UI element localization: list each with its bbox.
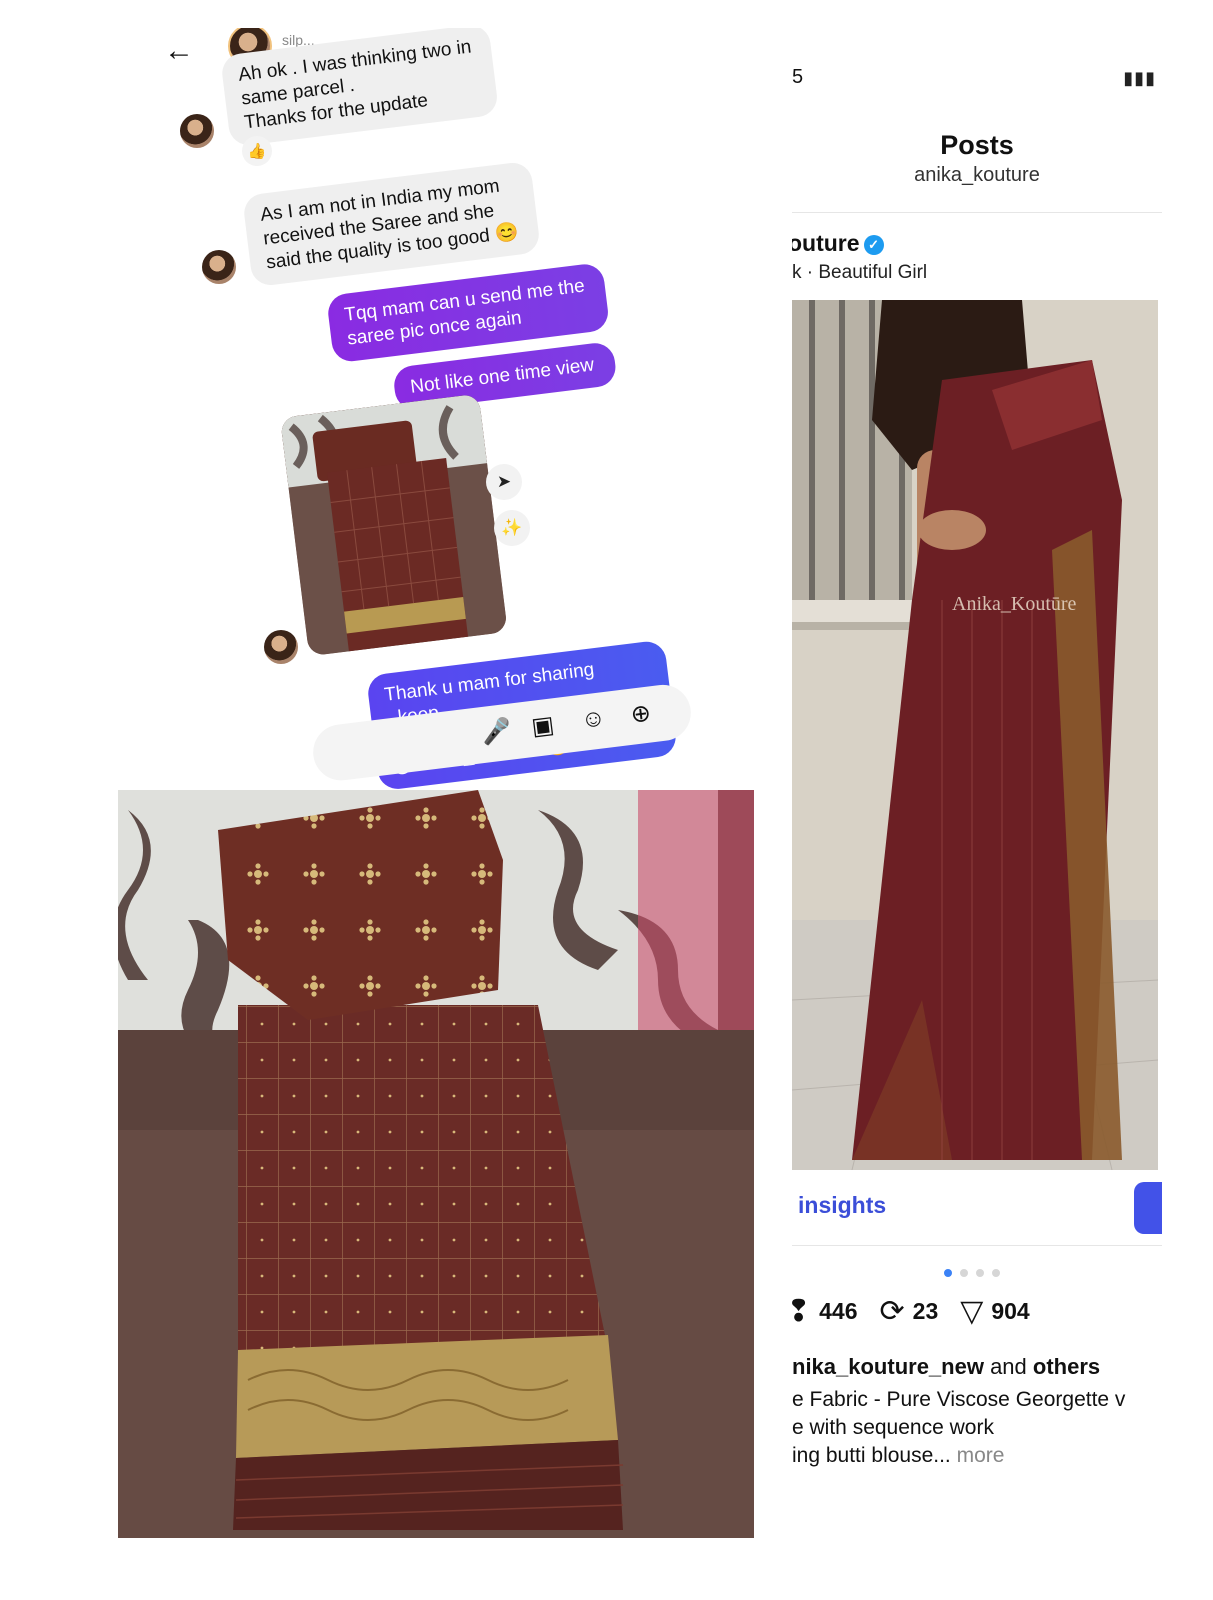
liked-by-user[interactable]: nika_kouture_new: [792, 1354, 984, 1379]
saree-closeup-photo: [113, 790, 754, 1538]
post-stats: ❢ 446 ⟳ 23 ▽ 904: [792, 1294, 1052, 1329]
boost-button[interactable]: [1134, 1182, 1162, 1234]
page-subtitle[interactable]: anika_kouture: [792, 164, 1162, 187]
plus-icon[interactable]: ⊕: [629, 698, 652, 729]
status-clock: 5: [792, 66, 804, 88]
liked-by-and: and: [983, 1354, 1033, 1379]
image-icon[interactable]: ▣: [530, 710, 556, 742]
comment-count: 446: [819, 1298, 858, 1324]
sticker-icon[interactable]: ☺: [579, 704, 607, 735]
post-image[interactable]: Anika_Koutūre: [792, 300, 1159, 1171]
message-bubble-2: As I am not in India my mom received the…: [242, 160, 542, 288]
carousel-dots: [944, 1264, 1008, 1282]
more-link[interactable]: more: [957, 1444, 1005, 1467]
verified-badge-icon: ✓: [863, 235, 884, 255]
share-count: 904: [991, 1298, 1030, 1324]
sender-avatar: [264, 630, 298, 664]
thumbs-up-reaction[interactable]: 👍: [242, 136, 272, 166]
repost-count: 23: [912, 1298, 939, 1324]
signal-icon: ▮▮▮: [1123, 68, 1156, 88]
account-name[interactable]: outure ✓: [792, 230, 884, 257]
ai-edit-icon[interactable]: ✨: [494, 510, 530, 546]
sender-avatar: [180, 114, 214, 148]
account-subtitle: k · Beautiful Girl: [792, 262, 928, 283]
liked-by[interactable]: nika_kouture_new and others: [792, 1354, 1100, 1380]
page-title: Posts: [940, 130, 1014, 160]
shared-photo[interactable]: [280, 393, 508, 657]
caption-text: ing butti blouse...: [792, 1444, 957, 1467]
mic-icon[interactable]: 🎤: [480, 716, 513, 748]
watermark: Anika_Koutūre: [952, 593, 1077, 615]
repost-stat[interactable]: ⟳ 23: [880, 1294, 939, 1329]
comment-icon: ❢: [792, 1295, 812, 1328]
arrow-left-icon[interactable]: ←: [164, 36, 194, 66]
liked-by-others[interactable]: others: [1033, 1354, 1100, 1379]
instagram-post-screenshot: 5 ▮▮▮ Posts anika_kouture outure ✓ k · Be…: [792, 40, 1162, 1500]
share-stat[interactable]: ▽ 904: [960, 1294, 1029, 1329]
account-name-text: outure: [792, 230, 860, 256]
woman-in-saree-image: Anika_Koutūre: [792, 300, 1159, 1171]
saree-photo: [280, 393, 508, 657]
caption-line: ing butti blouse... more: [792, 1444, 1004, 1468]
send-icon[interactable]: ➤: [486, 464, 522, 500]
chat-screenshot: ← silp... Ah ok . I was thinking two in …: [150, 28, 710, 798]
caption-line: e with sequence work: [792, 1416, 994, 1439]
divider: [792, 1245, 1162, 1246]
sender-avatar: [202, 250, 236, 284]
message-line: Not like one time view: [409, 354, 596, 398]
caption-line: e Fabric - Pure Viscose Georgette v: [792, 1388, 1126, 1411]
repost-icon: ⟳: [879, 1295, 905, 1328]
comment-stat[interactable]: ❢ 446: [792, 1294, 858, 1329]
divider: [792, 212, 1162, 213]
insights-link[interactable]: insights: [798, 1192, 886, 1219]
saree-image: [113, 790, 754, 1538]
send-icon: ▽: [960, 1295, 984, 1328]
